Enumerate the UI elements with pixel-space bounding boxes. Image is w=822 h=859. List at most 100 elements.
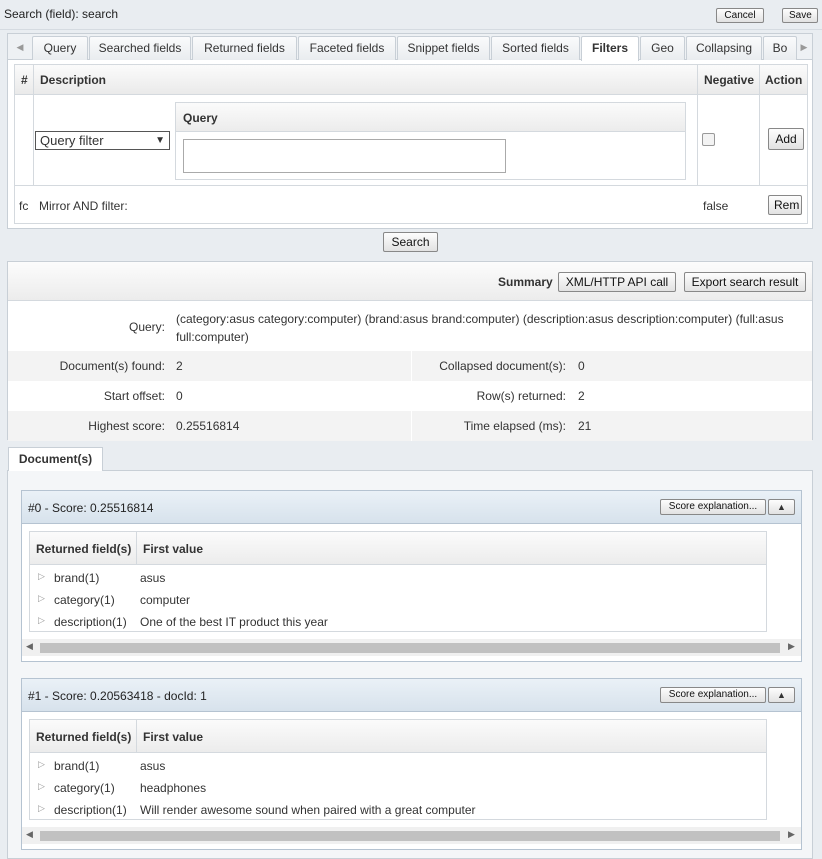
add-filter-button[interactable]: Add [768,128,804,150]
col-divider [136,532,137,565]
tab-boost[interactable]: Bo [763,36,797,60]
query-filter-header: Query [176,103,685,132]
field-value: Will render awesome sound when paired wi… [140,803,476,817]
scroll-right-icon[interactable]: ▶ [788,641,795,652]
horizontal-scrollbar[interactable]: ◀ ▶ [22,827,801,844]
search-config-panel: ◀ Query Searched fields Returned fields … [7,33,813,229]
expand-triangle-icon[interactable]: ▷ [38,593,45,604]
rows-returned-value: 2 [578,389,585,403]
tab-bar: ◀ Query Searched fields Returned fields … [8,34,812,61]
export-search-result-button[interactable]: Export search result [684,272,806,292]
collapsed-value: 0 [578,359,585,373]
window-title: Search (field): search [4,7,119,21]
field-value: asus [140,571,166,585]
field-name: category(1) [54,593,115,607]
expand-triangle-icon[interactable]: ▷ [38,803,45,814]
summary-row: Document(s) found: 2 Collapsed document(… [8,351,812,381]
scroll-right-icon[interactable]: ▶ [788,829,795,840]
result-title: #1 - Score: 0.20563418 - docId: 1 [28,689,207,703]
tab-collapsing[interactable]: Collapsing [686,36,762,60]
docs-found-value: 2 [176,359,183,373]
field-name: brand(1) [54,759,100,773]
table-row[interactable]: ▷ category(1) computer [30,590,766,612]
result-header: #0 - Score: 0.25516814 Score explanation… [22,491,801,524]
collapsed-key: Collapsed document(s): [439,359,566,373]
expand-triangle-icon[interactable]: ▷ [38,615,45,626]
table-row[interactable]: ▷ category(1) headphones [30,778,766,800]
collapse-up-icon[interactable]: ▲ [768,499,795,515]
expand-triangle-icon[interactable]: ▷ [38,759,45,770]
table-row[interactable]: ▷ brand(1) asus [30,756,766,778]
horizontal-scrollbar[interactable]: ◀ ▶ [22,639,801,656]
tab-faceted-fields[interactable]: Faceted fields [298,36,396,60]
table-row[interactable]: ▷ brand(1) asus [30,568,766,590]
col-divider [697,65,698,185]
mirror-filter-negative: false [703,199,729,213]
result-fields-table: Returned field(s) First value ▷ brand(1)… [29,531,767,632]
score-explanation-button[interactable]: Score explanation... [660,499,766,515]
remove-filter-button[interactable]: Rem [768,195,802,215]
scrollbar-thumb[interactable] [40,643,780,653]
query-filter-box: Query [175,102,686,180]
score-explanation-button[interactable]: Score explanation... [660,687,766,703]
filter-type-value: Query filter [40,133,104,148]
tab-scroll-right-icon[interactable]: ▶ [796,40,812,54]
docs-found-key: Document(s) found: [59,359,165,373]
filter-type-select[interactable]: Query filter ▼ [35,131,170,150]
tab-query[interactable]: Query [32,36,88,60]
documents-panel: #0 - Score: 0.25516814 Score explanation… [7,470,813,859]
result-header: #1 - Score: 0.20563418 - docId: 1 Score … [22,679,801,712]
query-value: (category:asus category:computer) (brand… [176,312,784,344]
table-row[interactable]: ▷ description(1) One of the best IT prod… [30,612,766,634]
mirror-filter-row: fc Mirror AND filter: false [8,186,800,218]
scroll-left-icon[interactable]: ◀ [26,641,33,652]
summary-query-row: Query: (category:asus category:computer)… [8,303,812,351]
tab-returned-fields[interactable]: Returned fields [192,36,297,60]
start-offset-value: 0 [176,389,183,403]
expand-triangle-icon[interactable]: ▷ [38,571,45,582]
tab-snippet-fields[interactable]: Snippet fields [397,36,490,60]
result-fields-table: Returned field(s) First value ▷ brand(1)… [29,719,767,820]
query-key: Query: [128,320,165,334]
time-elapsed-key: Time elapsed (ms): [463,419,566,433]
tab-geo[interactable]: Geo [640,36,685,60]
summary-toolbar: Summary XML/HTTP API call Export search … [8,262,812,301]
tab-sorted-fields[interactable]: Sorted fields [491,36,580,60]
col-first-value: First value [143,730,204,744]
scrollbar-thumb[interactable] [40,831,780,841]
col-returned-fields: Returned field(s) [36,730,132,744]
summary-panel: Summary XML/HTTP API call Export search … [7,261,813,441]
field-value: headphones [140,781,207,795]
search-button[interactable]: Search [383,232,438,252]
result-card: #1 - Score: 0.20563418 - docId: 1 Score … [21,678,802,850]
tab-searched-fields[interactable]: Searched fields [89,36,191,60]
collapse-up-icon[interactable]: ▲ [768,687,795,703]
expand-triangle-icon[interactable]: ▷ [38,781,45,792]
col-first-value: First value [143,542,204,556]
field-value: asus [140,759,166,773]
scroll-left-icon[interactable]: ◀ [26,829,33,840]
cancel-button[interactable]: Cancel [716,8,764,23]
table-row[interactable]: ▷ description(1) Will render awesome sou… [30,800,766,822]
tab-documents[interactable]: Document(s) [8,447,103,471]
field-name: category(1) [54,781,115,795]
highest-score-key: Highest score: [88,419,165,433]
col-divider [33,65,34,185]
mirror-filter-num: fc [19,199,29,213]
tab-filters[interactable]: Filters [581,36,639,61]
negative-checkbox[interactable] [702,133,715,146]
tab-scroll-left-icon[interactable]: ◀ [12,40,28,54]
start-offset-key: Start offset: [103,389,165,403]
time-elapsed-value: 21 [578,419,592,433]
col-num: # [21,73,28,87]
field-value: computer [140,593,191,607]
highest-score-value: 0.25516814 [176,419,240,433]
result-title: #0 - Score: 0.25516814 [28,501,154,515]
mirror-filter-description: Mirror AND filter: [39,199,128,213]
result-fields-header: Returned field(s) First value [30,720,766,753]
query-filter-input[interactable] [183,139,506,173]
col-divider [759,65,760,185]
save-button[interactable]: Save [782,8,818,23]
xml-api-call-button[interactable]: XML/HTTP API call [558,272,676,292]
col-action: Action [765,73,803,87]
